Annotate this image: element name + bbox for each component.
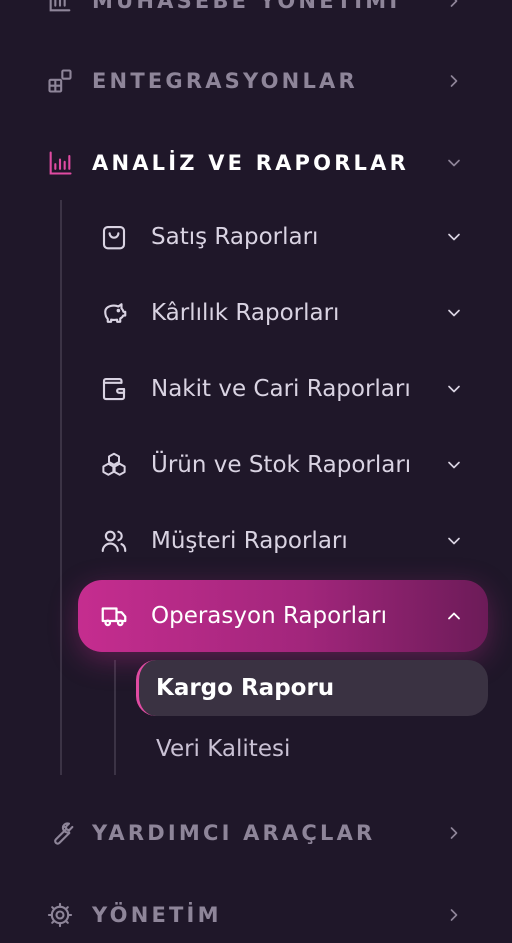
sub-item-kargo-raporu[interactable]: Kargo Raporu: [136, 660, 488, 716]
chevron-down-icon: [442, 529, 466, 553]
nav-section-label: YÖNETİM: [92, 903, 222, 927]
nav-section-analiz-raporlar[interactable]: ANALİZ VE RAPORLAR: [0, 135, 512, 191]
report-item-nakit-cari[interactable]: Nakit ve Cari Raporları: [0, 361, 512, 417]
report-item-label: Satış Raporları: [151, 224, 319, 250]
nav-section-label: ENTEGRASYONLAR: [92, 69, 358, 93]
wallet-icon: [98, 373, 130, 405]
piggy-bank-icon: [98, 297, 130, 329]
nav-section-entegrasyonlar[interactable]: ENTEGRASYONLAR: [0, 53, 512, 109]
shopping-bag-icon: [98, 221, 130, 253]
sub-item-veri-kalitesi[interactable]: Veri Kalitesi: [0, 721, 512, 777]
puzzle-icon: [44, 65, 76, 97]
report-item-label: Nakit ve Cari Raporları: [151, 376, 411, 402]
nav-section-label: YARDIMCI ARAÇLAR: [92, 821, 376, 845]
report-item-label: Operasyon Raporları: [151, 603, 387, 629]
chevron-down-icon: [442, 377, 466, 401]
report-item-urun-stok[interactable]: Ürün ve Stok Raporları: [0, 437, 512, 493]
chevron-right-icon: [442, 0, 466, 13]
report-item-satis[interactable]: Satış Raporları: [0, 209, 512, 265]
chevron-down-icon: [442, 225, 466, 249]
sub-item-label: Veri Kalitesi: [156, 736, 291, 762]
report-item-operasyon[interactable]: Operasyon Raporları: [78, 580, 488, 652]
nav-section-muhasebe[interactable]: MUHASEBE YÖNETİMİ: [0, 0, 512, 29]
boxes-icon: [98, 449, 130, 481]
chevron-right-icon: [442, 903, 466, 927]
report-item-label: Kârlılık Raporları: [151, 300, 340, 326]
nav-section-yardimci-araclar[interactable]: YARDIMCI ARAÇLAR: [0, 805, 512, 861]
users-icon: [98, 525, 130, 557]
truck-icon: [98, 600, 130, 632]
chevron-down-icon: [442, 151, 466, 175]
chevron-right-icon: [442, 821, 466, 845]
ledger-icon: [44, 0, 76, 17]
chevron-up-icon: [442, 604, 466, 628]
report-item-musteri[interactable]: Müşteri Raporları: [0, 513, 512, 569]
nav-section-yonetim[interactable]: YÖNETİM: [0, 887, 512, 943]
chevron-down-icon: [442, 453, 466, 477]
nav-section-label: ANALİZ VE RAPORLAR: [92, 151, 409, 175]
chevron-right-icon: [442, 69, 466, 93]
report-item-label: Ürün ve Stok Raporları: [151, 452, 412, 478]
wrench-icon: [44, 817, 76, 849]
report-item-label: Müşteri Raporları: [151, 528, 348, 554]
bar-chart-icon: [44, 147, 76, 179]
nav-section-label: MUHASEBE YÖNETİMİ: [92, 0, 401, 13]
sub-item-label: Kargo Raporu: [156, 675, 335, 701]
gear-icon: [44, 899, 76, 931]
chevron-down-icon: [442, 301, 466, 325]
report-item-karlilik[interactable]: Kârlılık Raporları: [0, 285, 512, 341]
